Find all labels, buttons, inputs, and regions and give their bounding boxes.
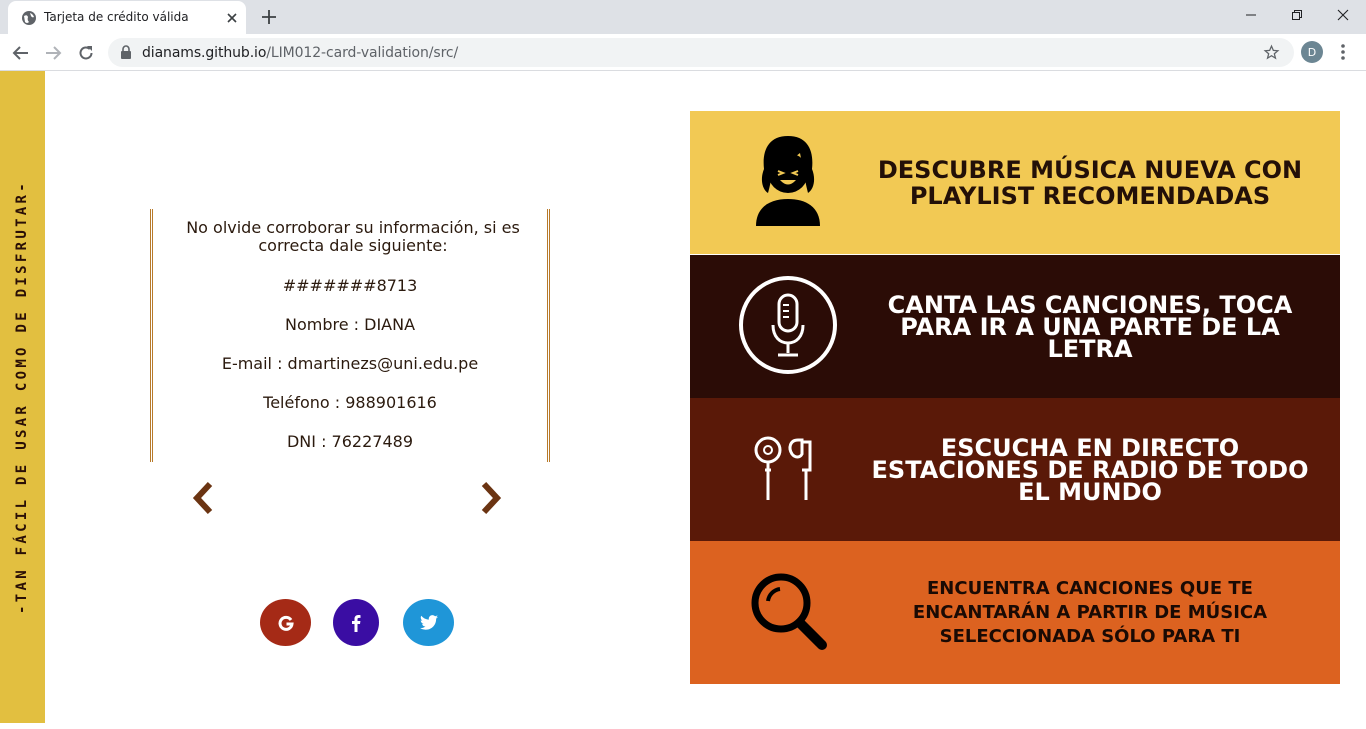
- feature-discover-text: Encuentra canciones que te encantarán a …: [912, 577, 1268, 647]
- minimize-icon: [1246, 14, 1256, 16]
- new-tab-icon[interactable]: [259, 7, 279, 27]
- back-button[interactable]: [8, 40, 34, 66]
- feature-radio: Escucha en directo estaciones de radio d…: [690, 398, 1340, 541]
- address-bar[interactable]: dianams.github.io/LIM012-card-validation…: [108, 38, 1294, 67]
- user-phone: Teléfono : 988901616: [263, 393, 437, 412]
- confirmation-card: No olvide corroborar su información, si …: [150, 209, 550, 462]
- page-content: -TAN FÁCIL DE USAR COMO DE DISFRUTAR- No…: [0, 71, 1366, 729]
- url-path: /LIM012-card-validation/src/: [266, 45, 459, 61]
- arrow-right-icon: [46, 46, 62, 60]
- feature-discover: Encuentra canciones que te encantarán a …: [690, 541, 1340, 684]
- user-dni: DNI : 76227489: [286, 432, 413, 451]
- google-icon: [278, 615, 294, 631]
- close-icon: [1337, 9, 1349, 21]
- forward-button[interactable]: [40, 40, 66, 66]
- active-tab[interactable]: Tarjeta de crédito válida: [8, 1, 246, 34]
- twitter-icon: [419, 615, 438, 630]
- side-tagline: -TAN FÁCIL DE USAR COMO DE DISFRUTAR-: [14, 180, 30, 614]
- feature-radio-text: Escucha en directo estaciones de radio d…: [871, 433, 1309, 506]
- user-email: E-mail : dmartinezs@uni.edu.pe: [221, 354, 479, 373]
- feature-lyrics-text: Canta las canciones, toca para ir a una …: [887, 290, 1293, 363]
- tab-strip: Tarjeta de crédito válida: [0, 0, 1366, 34]
- reload-button[interactable]: [73, 40, 99, 66]
- arrow-left-icon: [12, 46, 28, 60]
- person-laughing-icon: [756, 136, 820, 226]
- restore-button[interactable]: [1274, 0, 1320, 30]
- next-arrow-icon[interactable]: [479, 481, 503, 515]
- confirmation-message: No olvide corroborar su información, si …: [186, 218, 520, 255]
- restore-icon: [1292, 10, 1302, 20]
- facebook-icon: [352, 614, 361, 632]
- tab-title: Tarjeta de crédito válida: [44, 10, 189, 24]
- card-number: #######8713: [282, 276, 418, 295]
- close-tab-icon[interactable]: [224, 10, 240, 26]
- search-icon: [751, 573, 827, 650]
- user-name: Nombre : DIANA: [284, 315, 416, 334]
- url-host: dianams.github.io: [142, 45, 267, 61]
- globe-icon: [22, 11, 36, 25]
- reload-icon: [79, 46, 93, 60]
- microphone-icon: [739, 276, 837, 374]
- twitter-button[interactable]: [403, 599, 454, 646]
- earphones-icon: [754, 436, 812, 500]
- browser-toolbar: dianams.github.io/LIM012-card-validation…: [0, 34, 1366, 71]
- feature-playlists: Descubre música nueva con playlist recom…: [690, 111, 1340, 254]
- minimize-button[interactable]: [1228, 0, 1274, 30]
- url-text: dianams.github.io/LIM012-card-validation…: [142, 45, 458, 61]
- facebook-button[interactable]: [333, 599, 379, 646]
- bookmark-star-icon[interactable]: [1263, 44, 1280, 61]
- side-banner: -TAN FÁCIL DE USAR COMO DE DISFRUTAR-: [0, 71, 45, 723]
- lock-icon: [121, 45, 131, 59]
- google-button[interactable]: [260, 599, 311, 646]
- feature-lyrics: Canta las canciones, toca para ir a una …: [690, 255, 1340, 398]
- profile-avatar[interactable]: D: [1301, 41, 1323, 63]
- close-window-button[interactable]: [1320, 0, 1366, 30]
- more-options-icon[interactable]: [1339, 42, 1347, 62]
- feature-playlists-text: Descubre música nueva con playlist recom…: [877, 155, 1303, 210]
- previous-arrow-icon[interactable]: [191, 481, 215, 515]
